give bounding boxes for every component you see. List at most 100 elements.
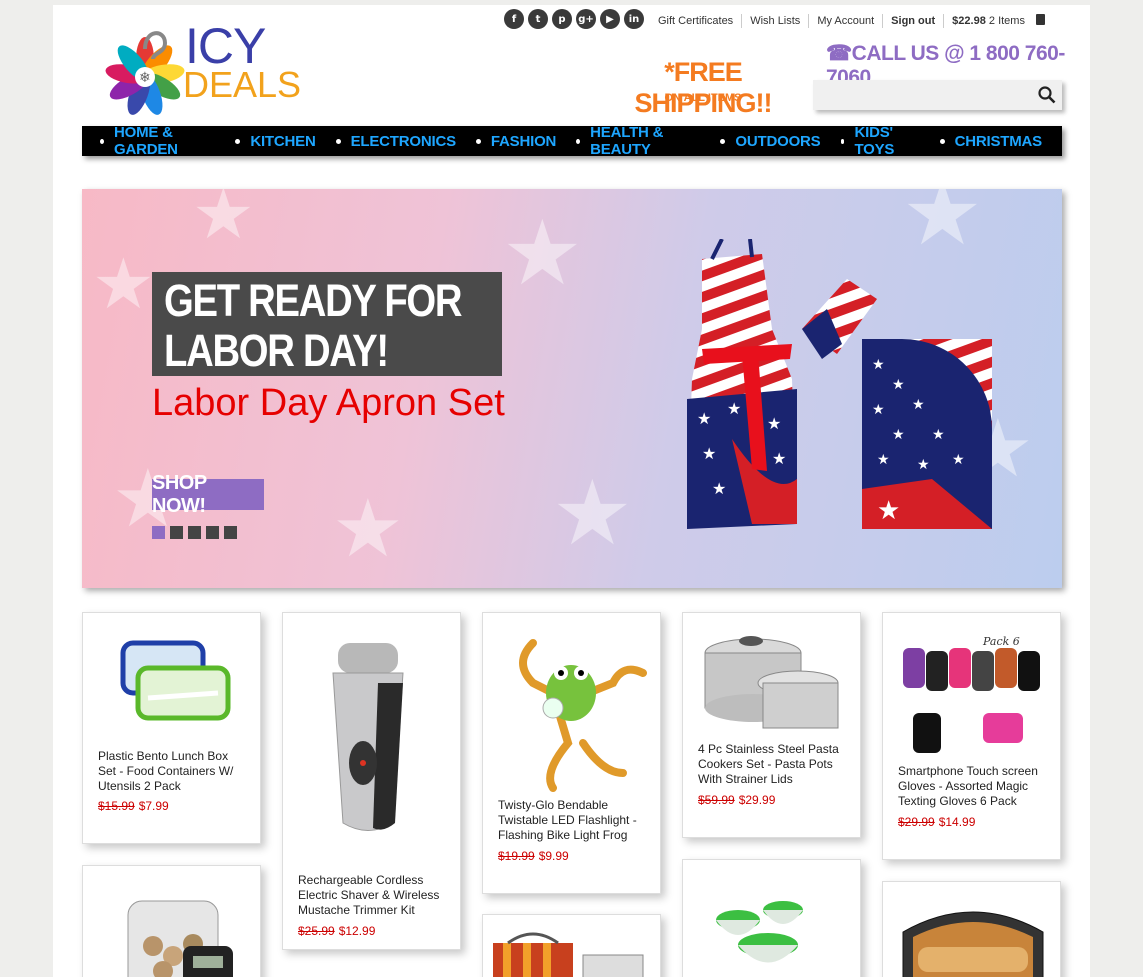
old-price: $29.99: [898, 815, 935, 829]
shop-now-button[interactable]: SHOP NOW!: [152, 472, 264, 517]
product-card[interactable]: Rechargeable Cordless Electric Shaver & …: [282, 612, 461, 950]
google-plus-icon[interactable]: g+: [576, 9, 596, 29]
product-title[interactable]: Rechargeable Cordless Electric Shaver & …: [298, 873, 448, 918]
product-title[interactable]: 4 Pc Stainless Steel Pasta Cookers Set -…: [698, 742, 848, 787]
product-card[interactable]: Twisty-Glo Bendable Twistable LED Flashl…: [482, 612, 661, 894]
old-price: $15.99: [98, 799, 135, 813]
picnic-basket-image: [493, 932, 644, 977]
nav-fashion[interactable]: FASHION: [475, 133, 556, 150]
bread-box-image: [902, 911, 1044, 977]
product-title[interactable]: Twisty-Glo Bendable Twistable LED Flashl…: [498, 798, 648, 843]
wish-lists-link[interactable]: Wish Lists: [741, 14, 808, 28]
svg-text:★: ★: [727, 399, 741, 418]
svg-text:★: ★: [702, 444, 716, 463]
shopping-bag-icon: [1036, 14, 1046, 25]
pinterest-icon[interactable]: p: [552, 9, 572, 29]
main-nav: HOME & GARDEN KITCHEN ELECTRONICS FASHIO…: [82, 124, 1062, 158]
slide-dot-4[interactable]: [206, 526, 219, 539]
product-card[interactable]: Pack 6 Smartphone Touch screen Gloves - …: [882, 612, 1061, 860]
svg-text:★: ★: [892, 427, 905, 443]
nav-health-beauty[interactable]: HEALTH & BEAUTY: [576, 124, 700, 158]
slide-dot-3[interactable]: [188, 526, 201, 539]
glass-bowls-image: [716, 901, 803, 963]
my-account-link[interactable]: My Account: [808, 14, 882, 28]
product-image: [704, 636, 839, 729]
product-title[interactable]: Smartphone Touch screen Gloves - Assorte…: [898, 764, 1048, 809]
product-image: [332, 643, 404, 831]
product-price: $15.99 $7.99: [98, 799, 169, 813]
svg-text:★: ★: [932, 427, 945, 443]
free-shipping-subtext: ON ALL ITEMS: [664, 92, 742, 104]
social-links: f t p g+ ▶ in: [504, 9, 644, 29]
youtube-icon[interactable]: ▶: [600, 9, 620, 29]
search-box: [813, 80, 1062, 110]
svg-text:★: ★: [912, 397, 925, 413]
sale-price: $29.99: [738, 793, 776, 807]
svg-text:★: ★: [772, 449, 786, 468]
nav-kids-toys[interactable]: KIDS' TOYS: [840, 124, 920, 158]
cart-link[interactable]: $22.98 2 Items: [943, 14, 1053, 28]
linkedin-icon[interactable]: in: [624, 9, 644, 29]
logo-text-deals: DEALS: [183, 64, 302, 105]
old-price: $25.99: [298, 924, 335, 938]
nav-outdoors[interactable]: OUTDOORS: [720, 133, 821, 150]
star-decoration: ★: [192, 189, 255, 255]
slider-dots: [152, 526, 237, 539]
gift-certificates-link[interactable]: Gift Certificates: [650, 14, 741, 28]
product-card-partial[interactable]: [882, 881, 1061, 977]
nav-kitchen[interactable]: KITCHEN: [235, 133, 316, 150]
product-card[interactable]: 4 Pc Stainless Steel Pasta Cookers Set -…: [682, 612, 861, 838]
svg-text:★: ★: [917, 457, 930, 473]
search-icon[interactable]: [1038, 86, 1056, 104]
svg-text:★: ★: [767, 414, 781, 433]
facebook-icon[interactable]: f: [504, 9, 524, 29]
search-input[interactable]: [813, 80, 1028, 110]
product-price: $59.99 $29.99: [698, 793, 775, 807]
cart-total: $22.98: [952, 15, 986, 27]
sale-price: $12.99: [338, 924, 376, 938]
banner-product-name: Labor Day Apron Set: [152, 382, 505, 424]
svg-text:★: ★: [892, 377, 905, 393]
product-price: $19.99 $9.99: [498, 849, 569, 863]
svg-text:★: ★: [697, 409, 711, 428]
nav-electronics[interactable]: ELECTRONICS: [335, 133, 456, 150]
star-decoration: ★: [92, 243, 155, 325]
old-price: $19.99: [498, 849, 535, 863]
hero-banner[interactable]: ★ ★ ★ ★ ★ ★ ★ ★ GET READY FOR LABOR DAY!…: [82, 189, 1062, 588]
product-image: Pack 6: [903, 635, 1040, 753]
apron-set-image: ★★★ ★ ★★ ★★★ ★★ ★ ★ ★ ★ ★: [687, 239, 992, 529]
product-title[interactable]: Plastic Bento Lunch Box Set - Food Conta…: [98, 749, 248, 794]
twitter-icon[interactable]: t: [528, 9, 548, 29]
product-card-partial[interactable]: [482, 914, 661, 977]
product-card-partial[interactable]: [82, 865, 261, 977]
slide-dot-1[interactable]: [152, 526, 165, 539]
product-price: $29.99 $14.99: [898, 815, 975, 829]
banner-headline: GET READY FOR LABOR DAY!: [152, 272, 502, 376]
svg-text:★: ★: [952, 452, 965, 468]
sale-price: $14.99: [938, 815, 976, 829]
svg-text:★: ★: [877, 452, 890, 468]
product-card-partial[interactable]: [682, 859, 861, 977]
product-image: [120, 640, 231, 721]
coin-jar-image: [127, 900, 233, 977]
svg-text:★: ★: [872, 402, 885, 418]
nav-christmas[interactable]: CHRISTMAS: [939, 133, 1042, 150]
svg-text:❄: ❄: [139, 70, 151, 86]
pack-label: Pack 6: [982, 635, 1020, 648]
slide-dot-5[interactable]: [224, 526, 237, 539]
svg-text:★: ★: [872, 357, 885, 373]
svg-text:★: ★: [712, 479, 726, 498]
logo-flower-icon: ❄: [105, 31, 185, 115]
star-decoration: ★: [552, 461, 633, 566]
site-logo[interactable]: ❄ ICY DEALS: [105, 19, 301, 119]
page: ❄ ICY DEALS f t p g+ ▶ in Gift Certifica…: [53, 5, 1090, 977]
nav-home-garden[interactable]: HOME & GARDEN: [100, 124, 215, 158]
product-image: [519, 639, 647, 792]
slide-dot-2[interactable]: [170, 526, 183, 539]
free-shipping-banner: *FREE SHIPPING!!: [634, 57, 772, 118]
product-card[interactable]: Plastic Bento Lunch Box Set - Food Conta…: [82, 612, 261, 844]
star-decoration: ★: [332, 482, 404, 575]
old-price: $59.99: [698, 793, 735, 807]
product-price: $25.99 $12.99: [298, 924, 375, 938]
sign-out-link[interactable]: Sign out: [882, 14, 943, 28]
